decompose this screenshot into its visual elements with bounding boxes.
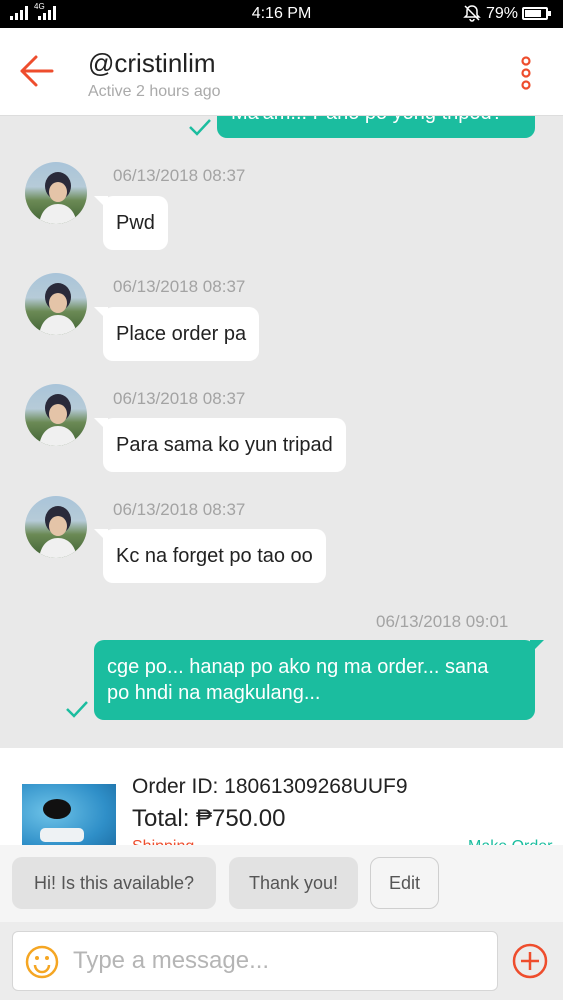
quick-reply-button[interactable]: Thank you! <box>229 857 358 909</box>
avatar[interactable] <box>25 496 87 558</box>
message-text: Ma'am... Pano po yong tripod? <box>231 116 503 124</box>
check-icon <box>189 119 211 136</box>
active-status: Active 2 hours ago <box>88 83 221 100</box>
message-input-placeholder: Type a message... <box>73 947 270 974</box>
message-timestamp: 06/13/2018 08:37 <box>113 500 246 519</box>
order-total: Total: ₱750.00 <box>132 805 286 832</box>
message-input-bar: Type a message... <box>0 922 563 1000</box>
message-bubble-outgoing[interactable]: Ma'am... Pano po yong tripod? <box>217 116 535 138</box>
message-timestamp: 06/13/2018 08:37 <box>113 166 246 185</box>
message-text: Place order pa <box>116 323 247 345</box>
order-card[interactable]: Order ID: 18061309268UUF9 Total: ₱750.00… <box>0 748 563 848</box>
battery-percent: 79% <box>486 5 519 22</box>
message-bubble-outgoing[interactable]: cge po... hanap po ako ng ma order... sa… <box>94 640 544 720</box>
message-text: po hndi na magkulang... <box>107 682 321 704</box>
message-bubble-incoming[interactable]: Kc na forget po tao oo <box>94 529 326 583</box>
message-text: Pwd <box>116 212 155 234</box>
message-timestamp: 06/13/2018 08:37 <box>113 389 246 408</box>
check-icon <box>66 701 88 718</box>
message-input[interactable]: Type a message... <box>12 931 498 991</box>
chat-header: @cristinlim Active 2 hours ago <box>0 28 563 116</box>
avatar[interactable] <box>25 162 87 224</box>
quick-reply-button[interactable]: Hi! Is this available? <box>12 857 216 909</box>
message-timestamp: 06/13/2018 09:01 <box>376 612 509 631</box>
emoji-icon[interactable] <box>25 945 59 979</box>
more-vertical-icon[interactable] <box>512 56 540 90</box>
message-text: Para sama ko yun tripad <box>116 434 333 456</box>
avatar[interactable] <box>25 273 87 335</box>
message-timestamp: 06/13/2018 08:37 <box>113 277 246 296</box>
message-bubble-incoming[interactable]: Pwd <box>94 196 168 250</box>
edit-quick-replies-button[interactable]: Edit <box>370 857 439 909</box>
order-id: Order ID: 18061309268UUF9 <box>132 775 408 798</box>
status-bar: 4G 4:16 PM 79% <box>0 0 563 28</box>
message-bubble-incoming[interactable]: Para sama ko yun tripad <box>94 418 346 472</box>
quick-replies-bar: Hi! Is this available? Thank you! Edit <box>0 845 563 922</box>
product-thumbnail[interactable] <box>22 784 116 848</box>
plus-circle-icon[interactable] <box>511 942 549 980</box>
back-arrow-icon[interactable] <box>18 52 56 90</box>
avatar[interactable] <box>25 384 87 446</box>
mute-bell-icon <box>463 4 481 27</box>
message-text: Kc na forget po tao oo <box>116 545 313 567</box>
chat-area[interactable]: Ma'am... Pano po yong tripod? 06/13/2018… <box>0 116 563 748</box>
message-bubble-incoming[interactable]: Place order pa <box>93 307 260 361</box>
message-text: cge po... hanap po ako ng ma order... sa… <box>107 656 489 678</box>
chat-username[interactable]: @cristinlim <box>88 48 216 79</box>
battery-icon <box>522 7 551 20</box>
